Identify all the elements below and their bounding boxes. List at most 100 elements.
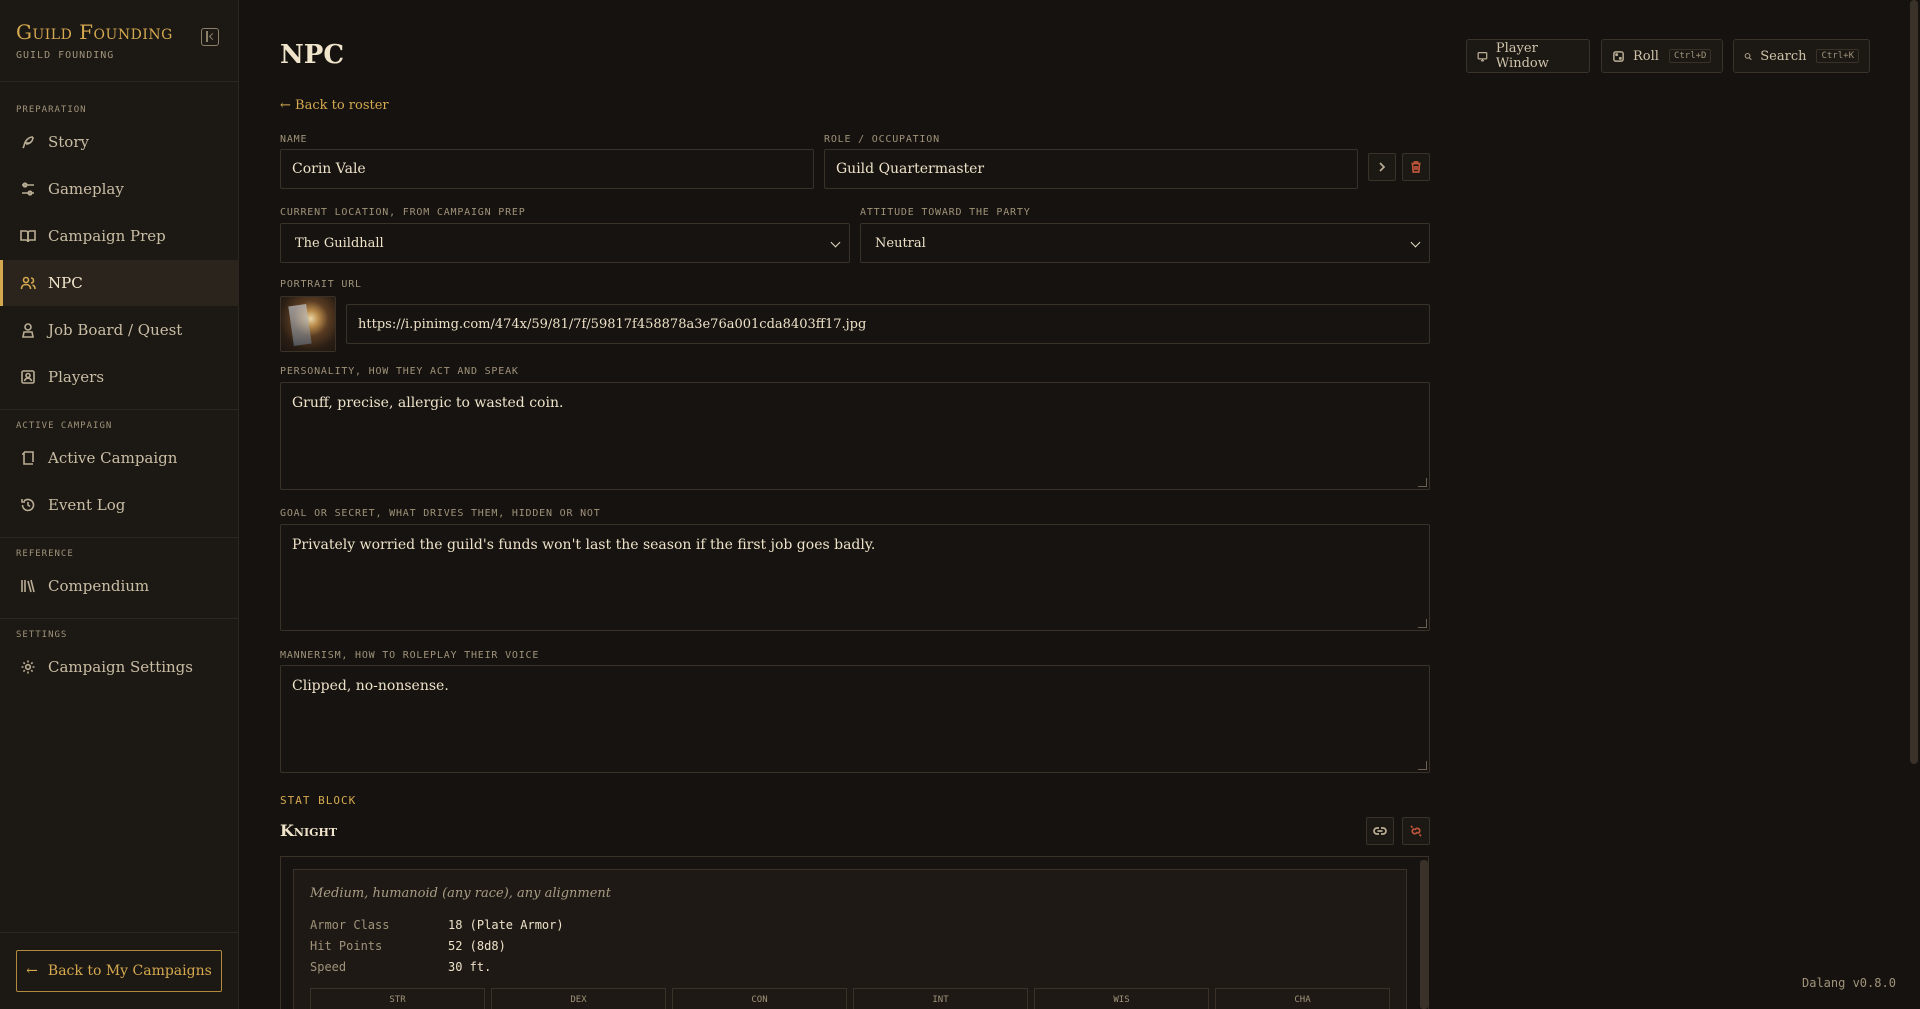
stat-block-name: Knight [280, 821, 338, 840]
sidebar-item-event-log[interactable]: Event Log [0, 482, 239, 528]
sidebar-item-label: Players [48, 368, 105, 386]
users-icon [20, 275, 36, 291]
location-select[interactable]: The Guildhall [280, 223, 850, 263]
arrow-left-icon: ← [26, 963, 38, 979]
ability-dex: DEX [491, 988, 666, 1009]
attitude-label: ATTITUDE TOWARD THE PARTY [860, 207, 1031, 218]
sidebar-item-label: NPC [48, 274, 83, 292]
link-icon [1373, 827, 1387, 835]
ability-int: INT [853, 988, 1028, 1009]
stat-block-scrollbar[interactable] [1420, 860, 1428, 1009]
player-window-label: Player Window [1495, 41, 1549, 71]
dice-icon [1613, 50, 1624, 62]
sidebar-item-label: Story [48, 133, 89, 151]
library-icon [20, 578, 36, 594]
section-label-preparation: PREPARATION [16, 105, 87, 115]
stat-block-label: STAT BLOCK [280, 794, 357, 807]
role-label: ROLE / OCCUPATION [824, 134, 940, 145]
gear-icon [20, 659, 36, 675]
sidebar-item-label: Campaign Settings [48, 658, 193, 676]
name-label: NAME [280, 134, 308, 145]
portrait-url-input[interactable]: https://i.pinimg.com/474x/59/81/7f/59817… [346, 304, 1430, 344]
sidebar-item-gameplay[interactable]: Gameplay [0, 166, 239, 212]
hit-points-value: 52 (8d8) [448, 939, 506, 953]
sidebar-item-campaign-prep[interactable]: Campaign Prep [0, 213, 239, 259]
campaign-subtitle: GUILD FOUNDING [16, 50, 115, 61]
sidebar-item-story[interactable]: Story [0, 119, 239, 165]
sidebar-item-npc[interactable]: NPC [0, 260, 239, 306]
goal-label: GOAL OR SECRET, WHAT DRIVES THEM, HIDDEN… [280, 508, 601, 519]
armor-class-value: 18 (Plate Armor) [448, 918, 564, 932]
page-scrollbar[interactable] [1910, 0, 1918, 764]
trash-icon [1411, 161, 1421, 173]
brand: Guild Founding GUILD FOUNDING [16, 20, 173, 61]
attitude-value: Neutral [875, 235, 926, 251]
section-label-settings: SETTINGS [16, 630, 68, 640]
section-label-reference: REFERENCE [16, 549, 74, 559]
book-open-icon [20, 228, 36, 244]
mannerism-label: MANNERISM, HOW TO ROLEPLAY THEIR VOICE [280, 650, 540, 661]
expand-button[interactable] [1368, 153, 1396, 181]
personality-textarea[interactable]: Gruff, precise, allergic to wasted coin. [280, 382, 1430, 490]
history-icon [20, 497, 36, 513]
divider [0, 618, 239, 619]
id-card-icon [20, 369, 36, 385]
divider [0, 81, 239, 82]
portrait-image [280, 296, 336, 352]
player-window-button[interactable]: Player Window [1466, 39, 1590, 73]
app-version: Dalang v0.8.0 [1802, 976, 1896, 990]
ability-cha: CHA [1215, 988, 1390, 1009]
feather-icon [20, 134, 36, 150]
sidebar-item-label: Gameplay [48, 180, 124, 198]
unlink-statblock-button[interactable] [1402, 817, 1430, 845]
ability-str: STR [310, 988, 485, 1009]
speed-row: Speed 30 ft. [310, 960, 491, 974]
sidebar-item-label: Job Board / Quest [48, 321, 183, 339]
search-icon [1744, 52, 1752, 60]
speed-value: 30 ft. [448, 960, 492, 974]
hit-points-label: Hit Points [310, 939, 383, 953]
roll-button[interactable]: Roll Ctrl+D [1601, 39, 1723, 73]
app-title: Guild Founding [16, 20, 173, 44]
sidebar-item-job-board[interactable]: Job Board / Quest [0, 307, 239, 353]
sidebar-item-label: Active Campaign [48, 449, 178, 467]
divider [0, 537, 239, 538]
section-label-active-campaign: ACTIVE CAMPAIGN [16, 421, 113, 431]
role-input[interactable]: Guild Quartermaster [824, 149, 1358, 189]
back-to-campaigns-button[interactable]: ← Back to My Campaigns [16, 950, 222, 992]
delete-button[interactable] [1402, 153, 1430, 181]
monitor-icon [1477, 51, 1488, 61]
roll-label: Roll [1633, 48, 1659, 64]
link-statblock-button[interactable] [1366, 817, 1394, 845]
ability-con: CON [672, 988, 847, 1009]
collapse-sidebar-icon[interactable] [201, 28, 219, 46]
personality-label: PERSONALITY, HOW THEY ACT AND SPEAK [280, 366, 519, 377]
sidebar-item-active-campaign[interactable]: Active Campaign [0, 435, 239, 481]
armor-class-row: Armor Class 18 (Plate Armor) [310, 918, 564, 932]
goal-textarea[interactable]: Privately worried the guild's funds won'… [280, 524, 1430, 631]
chevron-right-icon [1379, 162, 1386, 172]
location-label: CURRENT LOCATION, FROM CAMPAIGN PREP [280, 207, 526, 218]
page-title: NPC [280, 40, 345, 70]
sidebar-item-label: Event Log [48, 496, 126, 514]
back-to-roster-link[interactable]: ← Back to roster [280, 98, 389, 113]
search-label: Search [1760, 48, 1807, 64]
stat-type-line: Medium, humanoid (any race), any alignme… [310, 886, 612, 901]
speed-label: Speed [310, 960, 347, 974]
mannerism-textarea[interactable]: Clipped, no-nonsense. [280, 665, 1430, 773]
attitude-select[interactable]: Neutral [860, 223, 1430, 263]
portrait-label: PORTRAIT URL [280, 279, 362, 290]
sidebar-item-compendium[interactable]: Compendium [0, 563, 239, 609]
divider [0, 409, 239, 410]
name-input[interactable]: Corin Vale [280, 149, 814, 189]
user-badge-icon [20, 322, 36, 338]
divider [0, 932, 239, 933]
location-value: The Guildhall [295, 235, 384, 251]
scroll-icon [20, 450, 36, 466]
sidebar: Guild Founding GUILD FOUNDING PREPARATIO… [0, 0, 239, 1009]
hit-points-row: Hit Points 52 (8d8) [310, 939, 506, 953]
sidebar-item-campaign-settings[interactable]: Campaign Settings [0, 644, 239, 690]
search-button[interactable]: Search Ctrl+K [1733, 39, 1870, 73]
sidebar-item-players[interactable]: Players [0, 354, 239, 400]
armor-class-label: Armor Class [310, 918, 390, 932]
